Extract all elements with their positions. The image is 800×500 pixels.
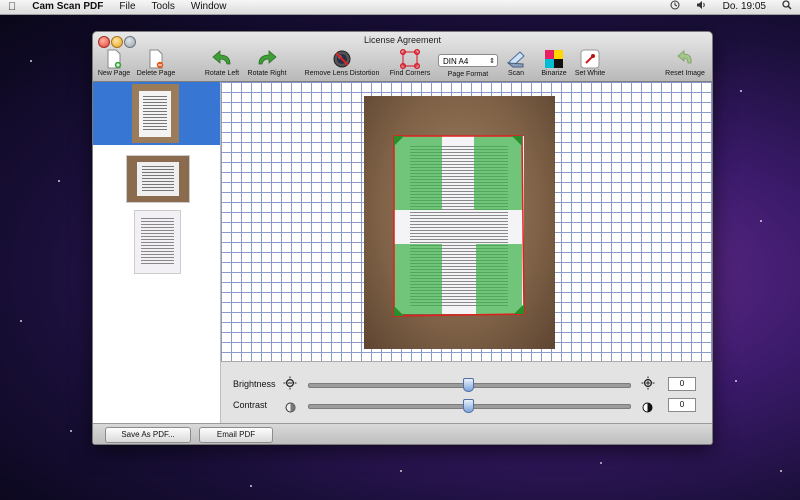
brightness-value-field[interactable]: 0	[668, 377, 696, 391]
rotate-right-icon	[245, 48, 289, 70]
star	[58, 180, 60, 182]
apple-icon[interactable]: 	[0, 0, 24, 14]
spotlight-icon[interactable]	[774, 0, 800, 15]
page-format-value: DIN A4	[443, 57, 469, 66]
page-format-select[interactable]: DIN A4 ⇕	[438, 54, 498, 67]
window-title: License Agreement	[363, 35, 442, 45]
menu-bar:  Cam Scan PDF File Tools Window Do. 19:…	[0, 0, 800, 15]
thumbnail-selected[interactable]	[93, 82, 220, 145]
binarize-button[interactable]: Binarize	[538, 48, 570, 77]
star	[780, 470, 782, 472]
menu-tools[interactable]: Tools	[144, 0, 183, 14]
contrast-slider-knob[interactable]	[463, 399, 474, 413]
thumbnail-3[interactable]	[134, 210, 181, 274]
contrast-value-field[interactable]: 0	[668, 398, 696, 412]
binarize-label: Binarize	[541, 70, 567, 77]
star	[760, 220, 762, 222]
brightness-low-icon	[283, 376, 297, 395]
thumbnail-2[interactable]	[126, 155, 190, 203]
thumbnail-page	[137, 162, 179, 196]
rotate-right-button[interactable]: Rotate Right	[245, 48, 289, 77]
menu-file[interactable]: File	[111, 0, 143, 14]
thumbnail-text	[142, 166, 174, 191]
scanner-icon	[503, 48, 529, 70]
select-arrows-icon: ⇕	[489, 58, 495, 65]
menu-app-name[interactable]: Cam Scan PDF	[24, 0, 111, 14]
remove-lens-distortion-label: Remove Lens Distortion	[304, 70, 380, 77]
menu-extras: Do. 19:05	[662, 0, 800, 15]
contrast-label: Contrast	[233, 400, 268, 410]
star	[740, 90, 742, 92]
thumbnail-page	[139, 91, 171, 137]
main-window: License Agreement New Page Delete Page R…	[92, 31, 713, 445]
clock[interactable]: Do. 19:05	[715, 0, 774, 14]
crop-outline[interactable]	[364, 96, 555, 349]
page-format-label: Page Format	[447, 71, 489, 78]
bottom-bar: Save As PDF... Email PDF	[93, 423, 712, 444]
binarize-icon	[538, 48, 570, 70]
save-as-pdf-button[interactable]: Save As PDF...	[105, 427, 191, 443]
reset-image-button[interactable]: Reset Image	[663, 48, 707, 77]
new-page-button[interactable]: New Page	[97, 48, 131, 77]
lens-icon	[301, 48, 383, 70]
remove-lens-distortion-button[interactable]: Remove Lens Distortion	[301, 48, 383, 77]
thumbnail-text	[141, 218, 174, 264]
thumbnail-image	[132, 84, 179, 143]
set-white-label: Set White	[574, 70, 606, 77]
reset-icon	[663, 48, 707, 70]
page-thumbnail-list[interactable]	[93, 82, 221, 423]
email-pdf-button[interactable]: Email PDF	[199, 427, 273, 443]
star	[600, 462, 602, 464]
scan-label: Scan	[508, 70, 524, 77]
adjustment-panel: Brightness 0 Contrast 0	[221, 362, 712, 423]
rotate-left-icon	[202, 48, 242, 70]
star	[400, 470, 402, 472]
star	[20, 320, 22, 322]
new-page-icon	[97, 48, 131, 70]
star	[30, 60, 32, 62]
find-corners-label: Find Corners	[389, 70, 431, 77]
star	[735, 380, 737, 382]
eyedropper-icon	[573, 48, 607, 70]
delete-page-button[interactable]: Delete Page	[135, 48, 177, 77]
rotate-right-label: Rotate Right	[247, 70, 287, 77]
brightness-label: Brightness	[233, 379, 276, 389]
find-corners-icon	[387, 48, 433, 70]
delete-page-icon	[135, 48, 177, 70]
new-page-label: New Page	[97, 70, 131, 77]
scan-button[interactable]: Scan	[503, 48, 529, 77]
star	[250, 485, 252, 487]
rotate-left-label: Rotate Left	[204, 70, 240, 77]
rotate-left-button[interactable]: Rotate Left	[202, 48, 242, 77]
star	[70, 430, 72, 432]
find-corners-button[interactable]: Find Corners	[387, 48, 433, 77]
delete-page-label: Delete Page	[136, 70, 176, 77]
contrast-high-icon	[642, 400, 653, 418]
contrast-low-icon	[285, 400, 296, 418]
menu-window[interactable]: Window	[183, 0, 235, 14]
thumbnail-text	[143, 96, 167, 130]
toolbar: License Agreement New Page Delete Page R…	[93, 32, 712, 82]
volume-icon[interactable]	[688, 0, 715, 15]
brightness-slider-knob[interactable]	[463, 378, 474, 392]
image-canvas[interactable]	[221, 82, 712, 362]
set-white-button[interactable]: Set White	[573, 48, 607, 77]
scanned-photo	[364, 96, 555, 349]
reset-image-label: Reset Image	[665, 70, 705, 77]
brightness-high-icon	[641, 376, 655, 395]
time-machine-icon[interactable]	[662, 0, 688, 15]
